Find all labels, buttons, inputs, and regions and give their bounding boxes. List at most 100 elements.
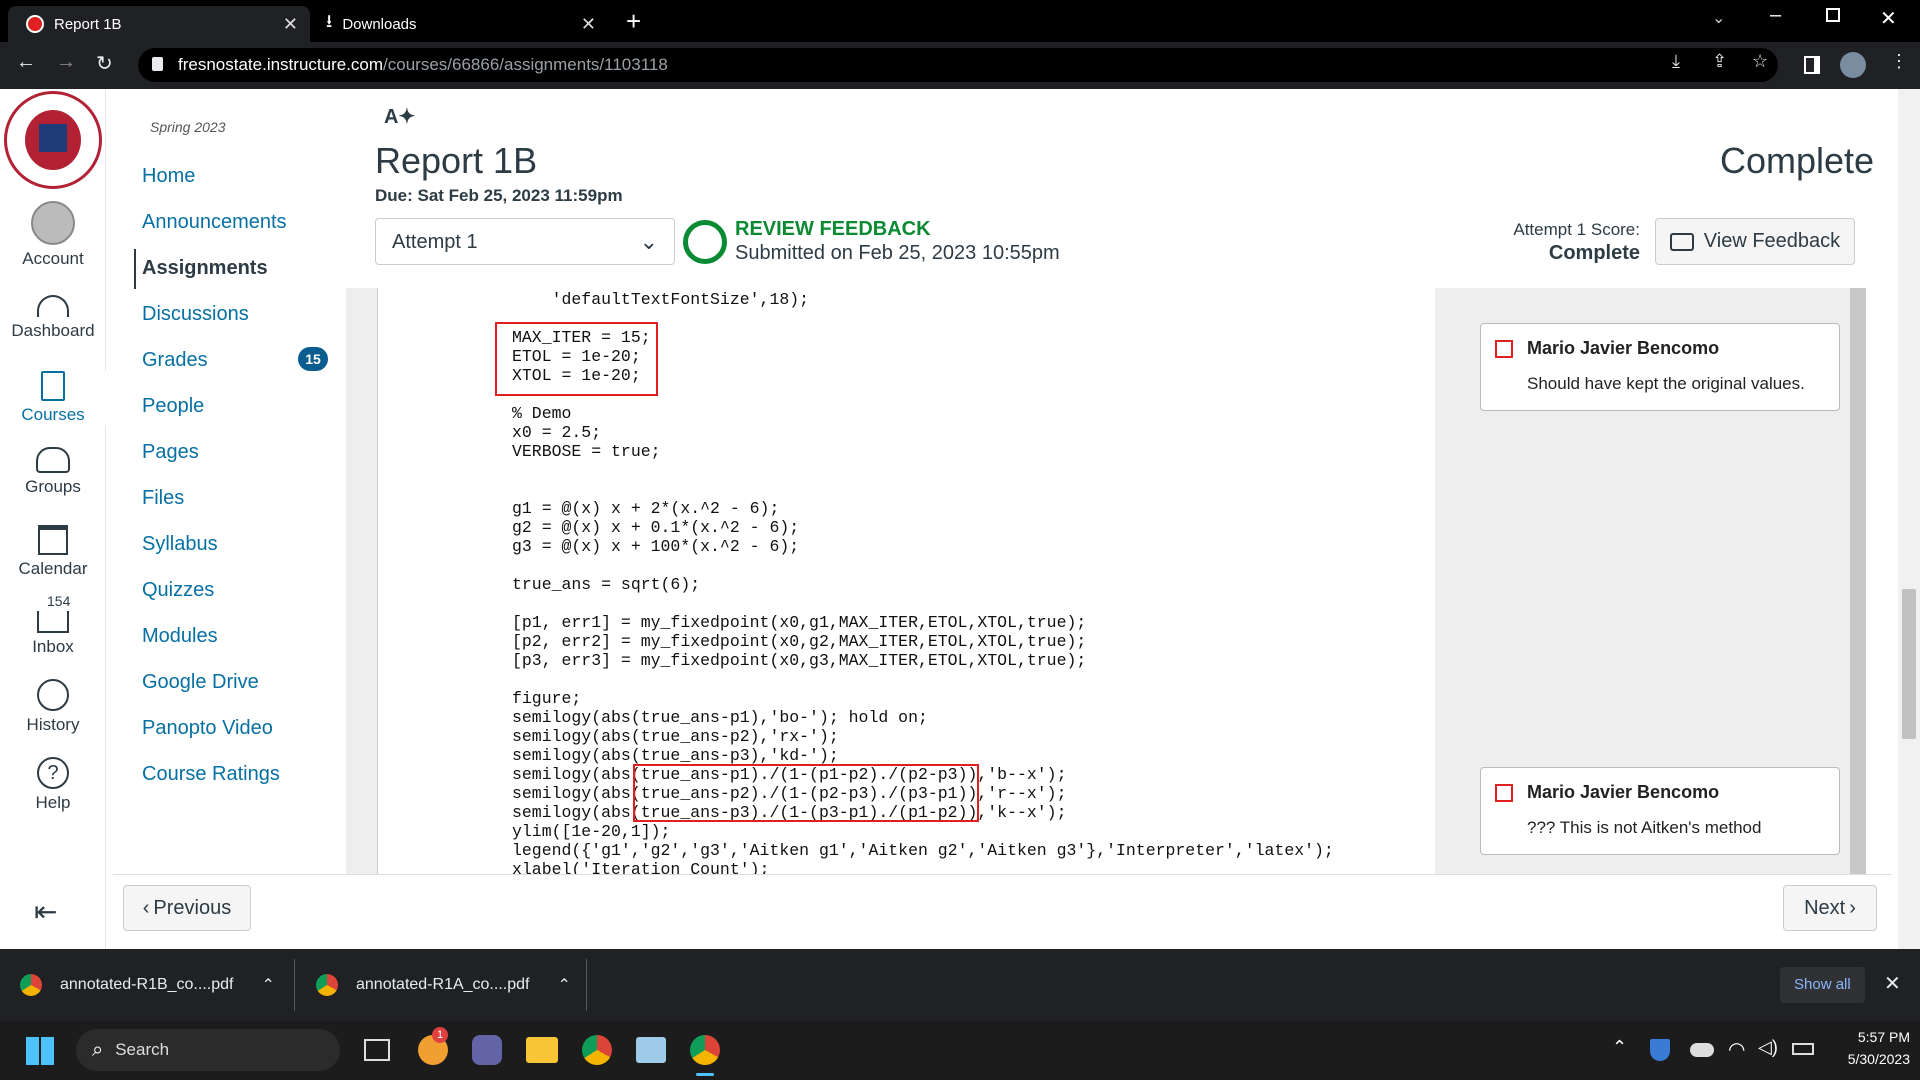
photos-icon[interactable]: [636, 1037, 666, 1063]
url-input[interactable]: fresnostate.instructure.com/courses/6686…: [138, 48, 1778, 82]
taskbar-search[interactable]: ⌕ Search: [76, 1029, 340, 1071]
course-nav-announcements[interactable]: Announcements: [142, 211, 287, 234]
file-explorer-icon[interactable]: [526, 1037, 558, 1063]
new-tab-icon[interactable]: +: [626, 6, 641, 37]
volume-icon[interactable]: ◁): [1758, 1037, 1778, 1058]
feedback-comment[interactable]: Mario Javier Bencomo ??? This is not Ait…: [1480, 767, 1840, 855]
share-icon[interactable]: ⇪: [1712, 51, 1727, 72]
windows-start-icon[interactable]: [26, 1037, 54, 1065]
page-scrollbar[interactable]: [1898, 89, 1920, 949]
close-icon[interactable]: ✕: [581, 14, 596, 35]
star-icon[interactable]: ☆: [1752, 51, 1768, 72]
wifi-icon[interactable]: ◠: [1728, 1037, 1745, 1062]
download-icon: ⭳: [326, 11, 333, 31]
nav-courses[interactable]: Courses: [0, 371, 106, 425]
clock-time[interactable]: 5:57 PM: [1836, 1029, 1910, 1045]
course-nav-course-ratings[interactable]: Course Ratings: [142, 763, 280, 786]
inbox-badge: 154: [44, 593, 74, 609]
page-title: Report 1B: [375, 140, 538, 181]
url-path: /courses/66866/assignments/1103118: [383, 55, 668, 74]
nav-history[interactable]: History: [0, 679, 106, 735]
course-nav-syllabus[interactable]: Syllabus: [142, 533, 218, 556]
nav-groups[interactable]: Groups: [0, 447, 106, 497]
close-icon[interactable]: ✕: [283, 14, 298, 35]
nav-dashboard[interactable]: Dashboard: [0, 289, 106, 341]
course-nav-discussions[interactable]: Discussions: [142, 303, 249, 326]
previous-button[interactable]: ‹ Previous: [123, 885, 251, 931]
view-feedback-button[interactable]: View Feedback: [1655, 218, 1855, 265]
university-logo[interactable]: [4, 91, 102, 189]
menu-icon[interactable]: ⋮: [1890, 51, 1908, 72]
calendar-icon: [38, 525, 68, 555]
code-line: semilogy(abs(true_ans-p3),'kd-');: [512, 746, 839, 765]
cloud-icon[interactable]: [1690, 1043, 1714, 1057]
avatar[interactable]: [1840, 52, 1866, 78]
nav-help[interactable]: ? Help: [0, 757, 106, 813]
next-button[interactable]: Next ›: [1783, 885, 1877, 931]
nav-calendar[interactable]: Calendar: [0, 525, 106, 579]
annotation-highlight[interactable]: [633, 764, 979, 822]
viewer-scrollbar[interactable]: [1850, 288, 1866, 874]
restore-icon[interactable]: [1826, 8, 1840, 22]
back-icon[interactable]: ←: [16, 51, 36, 74]
battery-icon[interactable]: [1792, 1043, 1814, 1055]
chrome-profile-icon[interactable]: [690, 1035, 720, 1065]
chrome-icon[interactable]: [582, 1035, 612, 1065]
course-nav-panopto-video[interactable]: Panopto Video: [142, 717, 273, 740]
course-nav-google-drive[interactable]: Google Drive: [142, 671, 259, 694]
inbox-icon: [37, 611, 69, 633]
tab-downloads[interactable]: ⭳ Downloads ✕: [312, 6, 608, 42]
chrome-icon: [20, 974, 42, 996]
submission-code-page: 'defaultTextFontSize',18); MAX_ITER = 15…: [377, 288, 1435, 874]
annotation-marker-icon: [1495, 784, 1513, 802]
close-icon[interactable]: ✕: [1884, 971, 1901, 996]
comment-text: Should have kept the original values.: [1527, 374, 1805, 393]
course-nav-people[interactable]: People: [142, 395, 204, 418]
chevron-up-icon: ⌃: [261, 977, 275, 994]
collapse-nav-icon[interactable]: ⇤: [34, 895, 57, 928]
show-all-button[interactable]: Show all: [1780, 967, 1865, 1003]
clock-date[interactable]: 5/30/2023: [1836, 1051, 1910, 1067]
reload-icon[interactable]: ↻: [96, 51, 113, 76]
chevron-up-icon[interactable]: ⌃: [1612, 1037, 1627, 1058]
annotation-highlight[interactable]: [495, 322, 658, 396]
close-window-icon[interactable]: ✕: [1880, 6, 1897, 31]
nav-inbox[interactable]: 154 Inbox: [0, 593, 106, 657]
annotation-marker-icon: [1495, 340, 1513, 358]
download-item[interactable]: annotated-R1B_co....pdf ⌃: [20, 967, 280, 1003]
install-icon[interactable]: ⤓: [1672, 51, 1680, 72]
code-line: % Demo: [512, 404, 572, 423]
feedback-comment[interactable]: Mario Javier Bencomo Should have kept th…: [1480, 323, 1840, 411]
immersive-reader-icon[interactable]: A✦: [384, 104, 415, 129]
code-line: semilogy(abs(true_ans-p1),'bo-'); hold o…: [512, 708, 928, 727]
chevron-up-icon: ⌃: [557, 977, 571, 994]
chevron-down-icon: ⌄: [639, 229, 658, 254]
course-nav-assignments[interactable]: Assignments: [142, 257, 268, 280]
due-date: Due: Sat Feb 25, 2023 11:59pm: [375, 186, 623, 205]
forward-icon[interactable]: →: [56, 51, 76, 74]
attempt-select[interactable]: Attempt 1 ⌄: [375, 218, 675, 265]
code-line: [p1, err1] = my_fixedpoint(x0,g1,MAX_ITE…: [512, 613, 1087, 632]
chevron-down-icon[interactable]: ⌄: [1712, 8, 1725, 28]
minimize-icon[interactable]: –: [1770, 4, 1781, 27]
tab-report-1b[interactable]: Report 1B ✕: [8, 6, 310, 42]
chat-icon[interactable]: [472, 1035, 502, 1065]
side-panel-icon[interactable]: [1804, 56, 1820, 74]
course-nav-files[interactable]: Files: [142, 487, 184, 510]
nav-label: Courses: [21, 405, 85, 424]
course-nav-grades[interactable]: Grades: [142, 349, 208, 372]
course-nav-modules[interactable]: Modules: [142, 625, 218, 648]
course-nav-pages[interactable]: Pages: [142, 441, 199, 464]
attempt-select-value: Attempt 1: [392, 231, 478, 253]
security-icon[interactable]: [1650, 1039, 1670, 1061]
book-icon: [41, 371, 65, 401]
course-nav-quizzes[interactable]: Quizzes: [142, 579, 214, 602]
canvas-favicon-icon: [26, 15, 44, 33]
course-nav-home[interactable]: Home: [142, 165, 195, 188]
status-label: Complete: [1720, 140, 1875, 181]
nav-account[interactable]: Account: [0, 201, 106, 269]
download-item[interactable]: annotated-R1A_co....pdf ⌃: [316, 967, 576, 1003]
task-view-icon[interactable]: [364, 1039, 390, 1061]
